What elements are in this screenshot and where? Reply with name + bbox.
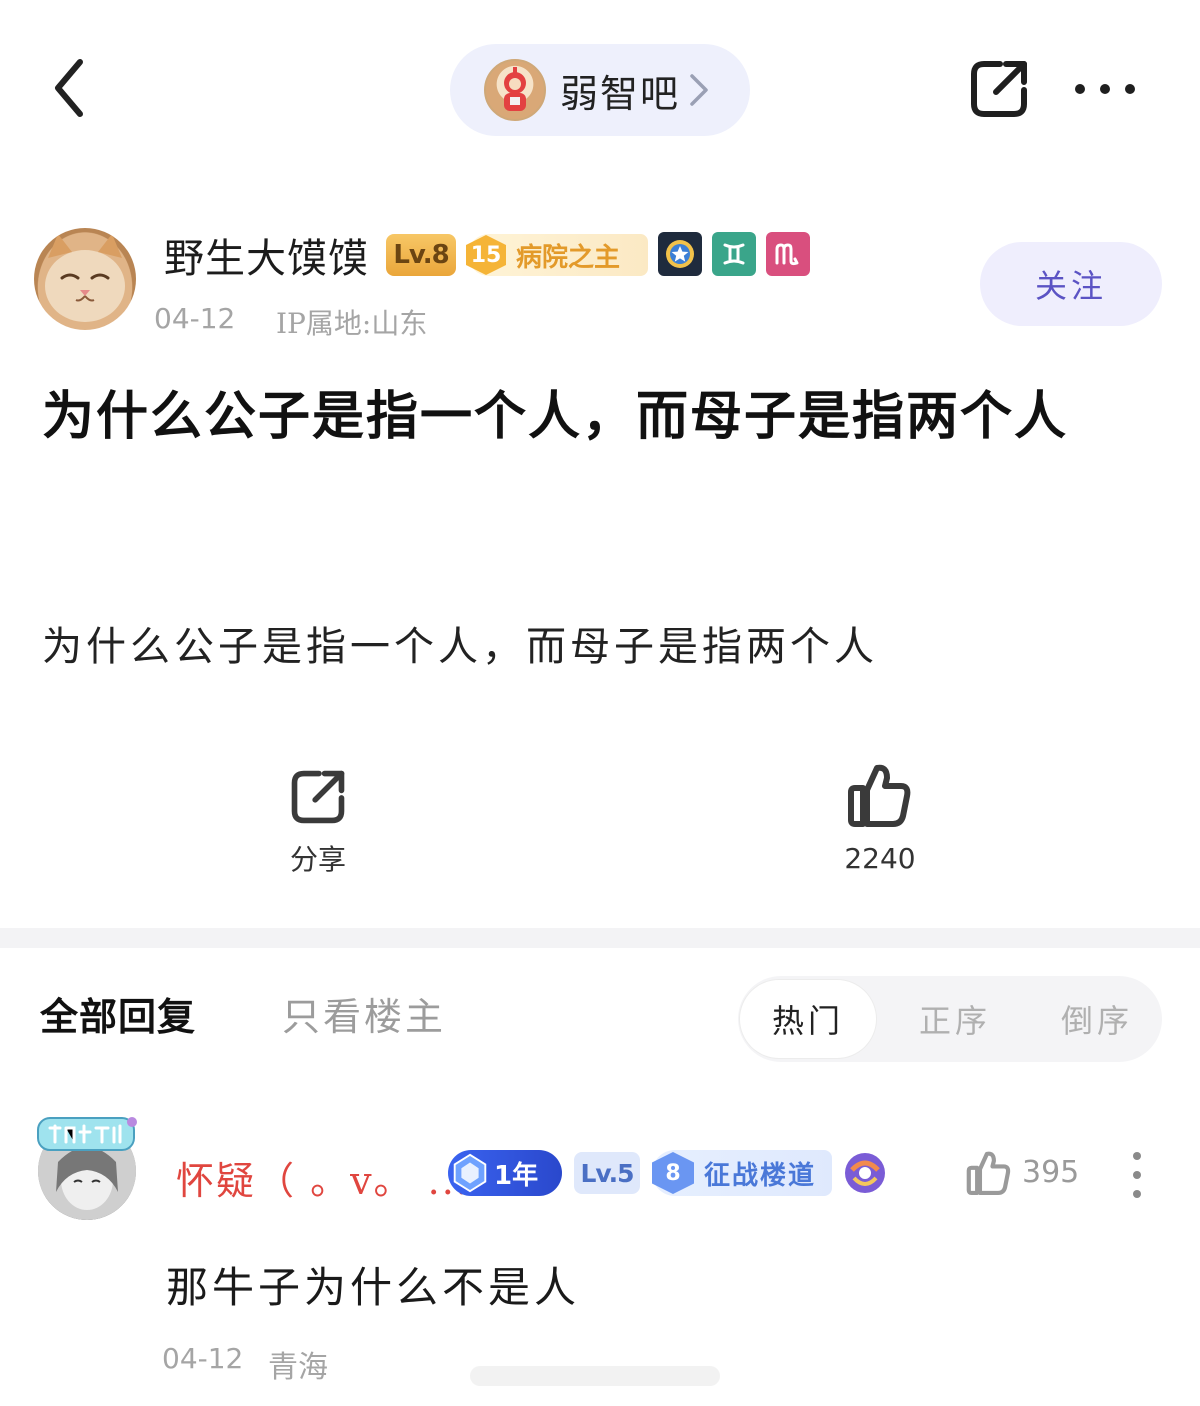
back-button[interactable] [44,52,100,124]
like-action[interactable]: 2240 [820,760,940,875]
sort-selector: 热门 正序 倒序 [738,976,1162,1062]
rank-badge-text: 征战楼道 [704,1160,817,1191]
section-divider [0,928,1200,948]
thumbs-up-icon [966,1151,1011,1195]
chevron-right-icon [690,74,708,106]
reply-level-badge: Lv.5 [574,1152,640,1194]
share-action[interactable]: 分享 [258,766,378,878]
more-button[interactable] [1070,74,1140,104]
share-label: 分享 [289,843,346,876]
more-icon [1075,84,1135,94]
forum-pill[interactable]: 弱智吧 [450,44,750,136]
forum-avatar [484,59,546,121]
title-badge-text: 病院之主 [516,242,621,273]
more-vertical-icon [1133,1152,1141,1198]
reply-author-name[interactable]: 怀疑（ 。v。 ... [176,1150,470,1205]
reply-like-button[interactable]: 395 [966,1148,1079,1196]
post-date: 04-12 [154,302,236,335]
reply-like-count: 395 [1022,1154,1080,1190]
forum-name: 弱智吧 [560,71,681,116]
title-badge-number: 15 [466,235,506,275]
gemini-zodiac-icon [712,232,756,276]
author-name[interactable]: 野生大馍馍 [164,226,369,284]
swirl-badge-icon [842,1150,888,1196]
thumbs-up-icon [848,764,911,827]
star-medal-icon [658,232,702,276]
title-badge: 15 病院之主 [466,234,648,276]
follow-button[interactable]: 关注 [980,242,1162,326]
membership-year-text: 1年 [494,1160,539,1191]
sort-option-ascending[interactable]: 正序 [890,976,1020,1062]
rank-badge-number: 8 [652,1152,694,1194]
reply-more-button[interactable] [1124,1150,1150,1200]
tab-all-replies[interactable]: 全部回复 [40,986,196,1041]
avatar-frame-badge [36,1112,140,1156]
sort-option-hot[interactable]: 热门 [740,980,876,1058]
share-button-top[interactable] [966,56,1032,122]
blurred-watermark [470,1356,720,1396]
level-badge: Lv.8 [386,234,456,276]
share-icon [971,61,1027,117]
reply-text: 那牛子为什么不是人 [166,1263,581,1312]
reply-location: 青海 [268,1350,328,1385]
diamond-icon [453,1153,487,1193]
reply-date: 04-12 [162,1342,244,1375]
post-title: 为什么公子是指一个人，而母子是指两个人 [42,386,1069,447]
tab-owner-only[interactable]: 只看楼主 [282,986,446,1041]
share-icon [291,770,345,824]
membership-year-badge: 1年 [448,1150,562,1196]
post-body: 为什么公子是指一个人，而母子是指两个人 [42,624,878,670]
scorpio-zodiac-icon [766,232,810,276]
post-ip-location: IP属地:山东 [276,307,428,340]
author-avatar[interactable] [34,228,136,330]
rank-badge: 8 征战楼道 [652,1150,832,1196]
sort-option-descending[interactable]: 倒序 [1032,976,1162,1062]
chevron-left-icon [55,59,83,117]
like-count: 2240 [844,842,916,875]
